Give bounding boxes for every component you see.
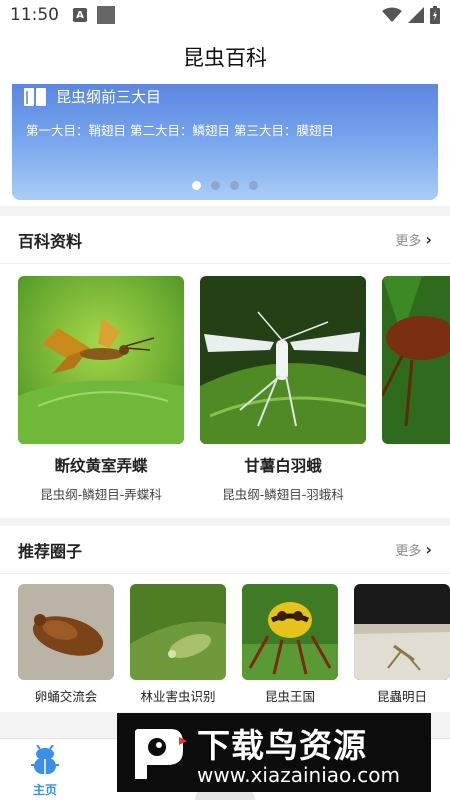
encyclopedia-section: 百科资料 更多 › 断纹黄室弄蝶 昆虫纲-鳞翅目-弄蝶科 甘薯白羽蛾 昆虫纲-鳞… bbox=[0, 216, 450, 518]
circles-section: 推荐圈子 更多 › 卵蛹交流会 林业害虫识别 昆虫王国 昆蟲明日 bbox=[0, 526, 450, 712]
circle-name: 林业害虫识别 bbox=[140, 689, 216, 704]
card-name: 断纹黄室弄蝶 bbox=[54, 457, 148, 475]
carousel-dot[interactable] bbox=[249, 181, 258, 190]
card-category: 昆 bbox=[382, 484, 450, 503]
moth-image bbox=[200, 276, 366, 444]
circle-item[interactable]: 昆虫王国 bbox=[242, 584, 338, 705]
chevron-right-icon: › bbox=[425, 540, 432, 559]
status-bar: 11:50 A bbox=[0, 0, 450, 30]
nav-home[interactable]: 主页 bbox=[22, 744, 68, 798]
circle-item[interactable]: 林业害虫识别 bbox=[130, 584, 226, 705]
card-name: 甘薯白羽蛾 bbox=[244, 457, 322, 475]
bird-logo-icon bbox=[135, 729, 187, 779]
book-icon bbox=[24, 88, 46, 106]
card-category: 昆虫纲-鳞翅目-羽蛾科 bbox=[222, 487, 344, 502]
section-header: 百科资料 更多 › bbox=[0, 216, 450, 264]
circle-name: 昆虫王国 bbox=[264, 689, 315, 704]
circle-name: 昆蟲明日 bbox=[376, 689, 427, 704]
page-title: 昆虫百科 bbox=[183, 46, 267, 70]
card-category: 昆虫纲-鳞翅目-弄蝶科 bbox=[40, 487, 162, 502]
hornet-image bbox=[242, 584, 338, 680]
watermark-text: 下载鸟资源 bbox=[197, 726, 367, 765]
more-label: 更多 bbox=[395, 544, 422, 559]
notification-icon: A bbox=[73, 8, 87, 22]
circles-list: 卵蛹交流会 林业害虫识别 昆虫王国 昆蟲明日 bbox=[0, 574, 450, 712]
more-link[interactable]: 更多 › bbox=[395, 230, 432, 249]
mantis-image bbox=[354, 584, 450, 680]
battery-icon bbox=[430, 6, 440, 24]
banner-container: 昆虫纲前三大目 第一大目：鞘翅目 第二大目：鳞翅目 第三大目：膜翅目 bbox=[0, 84, 450, 206]
pupa-image bbox=[18, 584, 114, 680]
circle-item[interactable]: 卵蛹交流会 bbox=[18, 584, 114, 705]
banner-description: 第一大目：鞘翅目 第二大目：鳞翅目 第三大目：膜翅目 bbox=[26, 123, 334, 138]
section-title: 推荐圈子 bbox=[18, 541, 83, 561]
status-time: 11:50 bbox=[10, 5, 59, 25]
watermark: 下载鸟资源 www.xiazainiao.com bbox=[117, 713, 431, 792]
encyclopedia-list: 断纹黄室弄蝶 昆虫纲-鳞翅目-弄蝶科 甘薯白羽蛾 昆虫纲-鳞翅目-羽蛾科 bbox=[0, 264, 450, 518]
more-label: 更多 bbox=[395, 234, 422, 249]
watermark-url: www.xiazainiao.com bbox=[197, 763, 400, 787]
chevron-right-icon: › bbox=[425, 230, 432, 249]
encyclopedia-card[interactable]: 断纹黄室弄蝶 昆虫纲-鳞翅目-弄蝶科 bbox=[18, 276, 184, 503]
caterpillar-image bbox=[130, 584, 226, 680]
carousel-dot[interactable] bbox=[230, 181, 239, 190]
banner-title: 昆虫纲前三大目 bbox=[56, 88, 162, 106]
bug-icon bbox=[31, 744, 59, 774]
encyclopedia-card[interactable]: 黄 昆 bbox=[382, 276, 450, 503]
signal-icon bbox=[408, 7, 424, 23]
app-header: 昆虫百科 bbox=[0, 30, 450, 84]
circle-item[interactable]: 昆蟲明日 bbox=[354, 584, 450, 705]
more-link[interactable]: 更多 › bbox=[395, 540, 432, 559]
status-icons bbox=[382, 6, 440, 24]
card-name: 黄 bbox=[382, 454, 450, 476]
section-header: 推荐圈子 更多 › bbox=[0, 526, 450, 574]
notification-square-icon bbox=[97, 6, 115, 24]
banner-carousel[interactable]: 昆虫纲前三大目 第一大目：鞘翅目 第二大目：鳞翅目 第三大目：膜翅目 bbox=[12, 84, 438, 200]
carousel-dot[interactable] bbox=[211, 181, 220, 190]
carousel-dots bbox=[12, 181, 438, 190]
circle-name: 卵蛹交流会 bbox=[34, 689, 98, 704]
carousel-dot[interactable] bbox=[192, 181, 201, 190]
beetle-image bbox=[382, 276, 450, 444]
encyclopedia-card[interactable]: 甘薯白羽蛾 昆虫纲-鳞翅目-羽蛾科 bbox=[200, 276, 366, 503]
app-screen: 11:50 A 昆虫百科 昆虫纲前三大目 第一大目：鞘翅目 第二大目：鳞翅目 第… bbox=[0, 0, 450, 800]
section-title: 百科资料 bbox=[18, 231, 83, 251]
wifi-icon bbox=[382, 7, 402, 22]
butterfly-image bbox=[18, 276, 184, 444]
nav-home-label: 主页 bbox=[32, 783, 57, 797]
